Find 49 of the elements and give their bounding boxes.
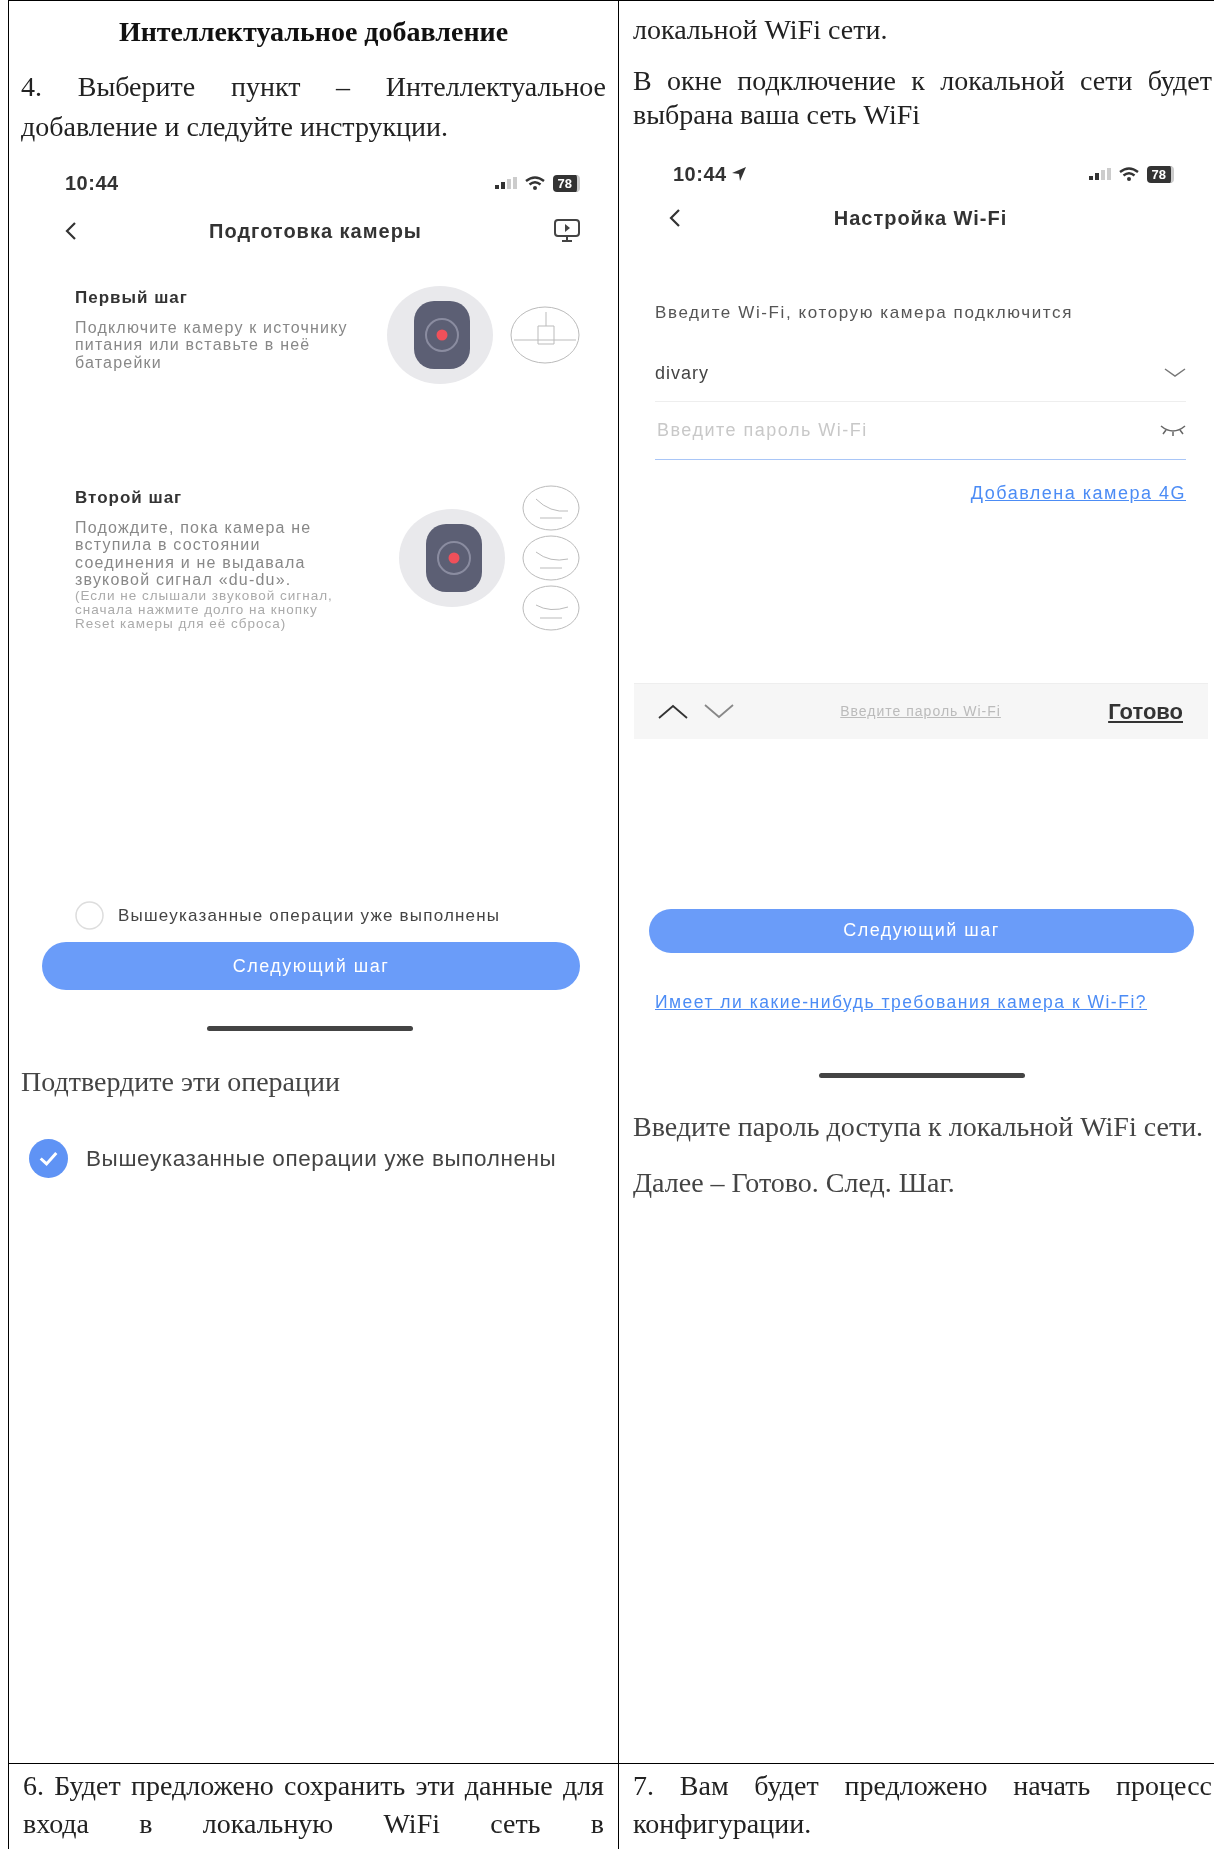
back-icon[interactable] [669, 208, 681, 228]
status-time: 10:44 [65, 171, 119, 196]
wifi-icon [524, 176, 545, 190]
instruction-paragraph: В окне подключение к локальной сети будет выбрана ваша сеть WiFi [632, 64, 1213, 132]
status-time: 10:44 [673, 162, 727, 187]
step-title: Второй шаг [75, 487, 184, 509]
reset-step-drawing [522, 535, 580, 581]
confirm-label: Вышеуказанные операции уже выполнены [118, 905, 501, 928]
reset-step-drawing [522, 485, 580, 531]
section-heading: Интеллектуальное добавление [117, 15, 510, 49]
screen-title: Настройка Wi-Fi [833, 206, 1008, 231]
field-label: Введите Wi-Fi, которую камера подключится [655, 302, 1074, 324]
signal-icon [1088, 168, 1111, 180]
battery-level: 78 [1146, 165, 1174, 183]
caption-text: Подтвердите эти операции [20, 1065, 341, 1100]
instruction-paragraph: 7. Вам будет предложено начать процесс конфигурации. [632, 1769, 1213, 1841]
next-step-button[interactable]: Следующий шаг [42, 942, 580, 991]
power-plug-drawing [510, 306, 580, 364]
network-dropdown[interactable]: divary [655, 345, 1186, 402]
network-name: divary [655, 361, 709, 385]
battery-level: 78 [552, 174, 580, 192]
next-step-button[interactable]: Следующий шаг [649, 908, 1194, 953]
reset-step-drawing [522, 585, 580, 631]
keyboard-hint: Введите пароль Wi-Fi [840, 701, 1001, 721]
chevron-down-icon [1164, 368, 1186, 378]
paragraph-text: локальной WiFi сети. [632, 13, 889, 47]
done-button[interactable]: Готово [1107, 693, 1184, 729]
back-icon[interactable] [65, 221, 77, 241]
step-text: Подождите, пока камера не вступила в состоянии соединения и не выдавала звуковой сигнал «du-du». [75, 518, 313, 589]
step-title: Первый шаг [75, 287, 189, 309]
step-text: Подключите камеру к источнику питания или вставьте в неё батарейки [75, 318, 349, 372]
location-arrow-icon [730, 166, 747, 182]
signal-icon [494, 177, 517, 189]
chevron-up-icon[interactable] [658, 703, 688, 719]
caption-text: Введите пароль доступа к локальной WiFi сети. [632, 1109, 1205, 1144]
video-tutorial-icon[interactable] [554, 219, 580, 243]
instruction-paragraph: 4. Выберите пункт – Интеллектуальное добавление и следуйте инструкции. [20, 70, 607, 144]
caption-text: Далее – Готово. След. Шаг. [632, 1165, 956, 1200]
eye-closed-icon[interactable] [1160, 424, 1186, 436]
instruction-paragraph: 6. Будет предложено сохранить эти данные для входа в локальную WiFi сеть в [22, 1769, 605, 1841]
confirm-label: Вышеуказанные операции уже выполнены [86, 1145, 557, 1173]
checkbox[interactable] [29, 1139, 68, 1179]
step-note: (Если не слышали звуковой сигнал, сначала нажмите долго на кнопку Reset камеры для её сброса) [75, 588, 334, 632]
add-4g-camera-link[interactable]: Добавлена камера 4G [970, 482, 1186, 503]
wifi-requirements-link[interactable]: Имеет ли какие-нибудь требования камера к Wi-Fi? [655, 991, 1147, 1012]
screen-title: Подготовка камеры [209, 219, 422, 244]
checkbox[interactable] [75, 901, 104, 931]
chevron-down-icon[interactable] [704, 703, 734, 719]
wifi-icon [1118, 167, 1139, 181]
